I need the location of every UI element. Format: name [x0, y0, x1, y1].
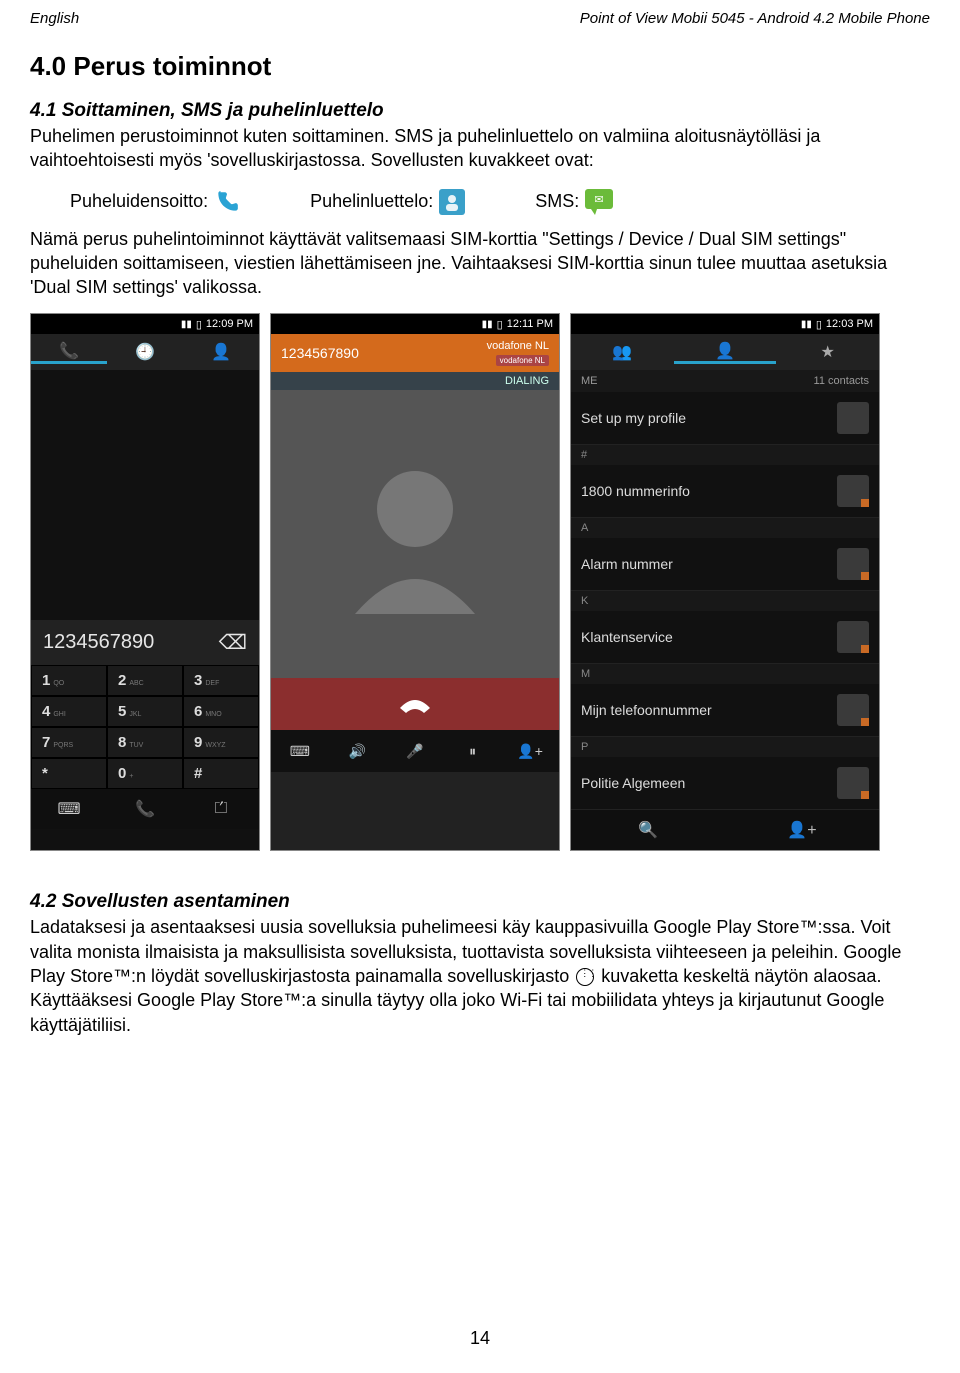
section-header: P	[571, 737, 879, 757]
contacts-screenshot: ▮▮ ▯ 12:03 PM 👥 👤 ★ ME 11 contacts Set up …	[570, 313, 880, 851]
contact-row[interactable]: Klantenservice	[571, 611, 879, 664]
section-header: #	[571, 445, 879, 465]
phone-icon	[214, 189, 240, 215]
mute-icon[interactable]: 🎤	[386, 743, 444, 760]
key-7[interactable]: 7PQRS	[31, 727, 107, 758]
header-left: English	[30, 10, 79, 27]
svg-text:✉: ✉	[595, 194, 604, 206]
battery-icon: ▯	[816, 318, 822, 331]
dialer-empty-area	[31, 370, 259, 620]
calling-operator-tag: vodafone NL	[496, 355, 549, 366]
dialpad-icon[interactable]: ⌨	[271, 743, 329, 760]
page-title: 4.0 Perus toiminnot	[30, 51, 930, 82]
caller-avatar	[271, 390, 559, 678]
key-6[interactable]: 6MNO	[183, 696, 259, 727]
calling-number: 1234567890	[281, 345, 359, 361]
search-contacts-icon[interactable]: 🔍	[571, 810, 725, 850]
section-4-1-body: Nämä perus puhelintoiminnot käyttävät va…	[30, 227, 930, 300]
contact-row[interactable]: Mijn telefoonnummer	[571, 684, 879, 737]
call-status: DIALING	[271, 372, 559, 390]
tab-contacts[interactable]: 👤	[183, 342, 259, 362]
avatar-placeholder-icon	[837, 402, 869, 434]
dialer-screenshot: ▮▮ ▯ 12:09 PM 📞 🕘 👤 1234567890 ⌫ 1QO2ABC3D…	[30, 313, 260, 851]
sms-icon: ✉	[585, 189, 613, 215]
contact-name: Klantenservice	[581, 629, 673, 645]
calling-time: 12:11 PM	[507, 318, 553, 330]
tab-groups[interactable]: 👥	[571, 342, 674, 362]
voicemail-icon[interactable]: ⏍	[183, 800, 259, 818]
key-#[interactable]: #	[183, 758, 259, 789]
hangup-button[interactable]	[271, 678, 559, 730]
page-number: 14	[0, 1328, 960, 1349]
avatar-placeholder-icon	[837, 548, 869, 580]
label-sms: SMS:	[535, 191, 579, 212]
hold-icon[interactable]: ⏸	[444, 743, 502, 760]
screenshots-row: ▮▮ ▯ 12:09 PM 📞 🕘 👤 1234567890 ⌫ 1QO2ABC3D…	[30, 313, 930, 851]
add-contact-icon[interactable]: 👤+	[725, 810, 879, 850]
section-header: M	[571, 664, 879, 684]
contact-row[interactable]: Politie Algemeen	[571, 757, 879, 810]
signal-icon: ▮▮	[181, 319, 192, 330]
battery-icon: ▯	[196, 318, 202, 331]
contacts-icon	[439, 189, 465, 215]
section-4-1-title: 4.1 Soittaminen, SMS ja puhelinluettelo	[30, 100, 930, 122]
avatar-placeholder-icon	[837, 475, 869, 507]
section-4-1-intro: Puhelimen perustoiminnot kuten soittamin…	[30, 124, 930, 173]
avatar-placeholder-icon	[837, 767, 869, 799]
contact-name: Mijn telefoonnummer	[581, 702, 712, 718]
key-9[interactable]: 9WXYZ	[183, 727, 259, 758]
section-header: K	[571, 591, 879, 611]
section-4-2-body: Ladataksesi ja asentaaksesi uusia sovell…	[30, 915, 930, 1036]
contacts-time: 12:03 PM	[826, 318, 873, 330]
signal-icon: ▮▮	[801, 319, 812, 330]
label-dialer: Puheluidensoitto:	[70, 191, 208, 212]
key-1[interactable]: 1QO	[31, 665, 107, 696]
add-call-icon[interactable]: 👤+	[501, 743, 559, 760]
calling-screenshot: ▮▮ ▯ 12:11 PM 1234567890 vodafone NL vodaf…	[270, 313, 560, 851]
section-header: A	[571, 518, 879, 538]
contacts-count: 11 contacts	[814, 375, 869, 387]
tab-all-contacts[interactable]: 👤	[674, 341, 777, 364]
setup-profile-label: Set up my profile	[581, 410, 686, 426]
avatar-placeholder-icon	[837, 694, 869, 726]
contact-name: 1800 nummerinfo	[581, 483, 690, 499]
backspace-icon[interactable]: ⌫	[219, 630, 247, 655]
tab-dialer[interactable]: 📞	[31, 341, 107, 364]
setup-profile-row[interactable]: Set up my profile	[571, 392, 879, 445]
calling-operator: vodafone NL	[487, 340, 549, 352]
speaker-icon[interactable]: 🔊	[329, 743, 387, 760]
apps-drawer-icon	[576, 968, 594, 986]
header-right: Point of View Mobii 5045 - Android 4.2 M…	[580, 10, 930, 27]
contact-name: Politie Algemeen	[581, 775, 685, 791]
tab-favorites[interactable]: ★	[776, 342, 879, 362]
call-button[interactable]: 📞	[107, 799, 183, 819]
contact-row[interactable]: Alarm nummer	[571, 538, 879, 591]
battery-icon: ▯	[497, 318, 503, 331]
contact-row[interactable]: 1800 nummerinfo	[571, 465, 879, 518]
key-*[interactable]: *	[31, 758, 107, 789]
key-5[interactable]: 5JKL	[107, 696, 183, 727]
key-3[interactable]: 3DEF	[183, 665, 259, 696]
key-2[interactable]: 2ABC	[107, 665, 183, 696]
keypad-toggle-icon[interactable]: ⌨	[31, 799, 107, 819]
avatar-placeholder-icon	[837, 621, 869, 653]
signal-icon: ▮▮	[482, 319, 493, 330]
key-4[interactable]: 4GHI	[31, 696, 107, 727]
dialer-time: 12:09 PM	[206, 318, 253, 330]
label-contacts: Puhelinluettelo:	[310, 191, 433, 212]
section-4-2-title: 4.2 Sovellusten asentaminen	[30, 891, 930, 913]
key-0[interactable]: 0+	[107, 758, 183, 789]
me-label: ME	[581, 375, 598, 387]
contact-name: Alarm nummer	[581, 556, 673, 572]
key-8[interactable]: 8TUV	[107, 727, 183, 758]
dialed-number: 1234567890	[43, 631, 154, 654]
tab-recent[interactable]: 🕘	[107, 342, 183, 362]
